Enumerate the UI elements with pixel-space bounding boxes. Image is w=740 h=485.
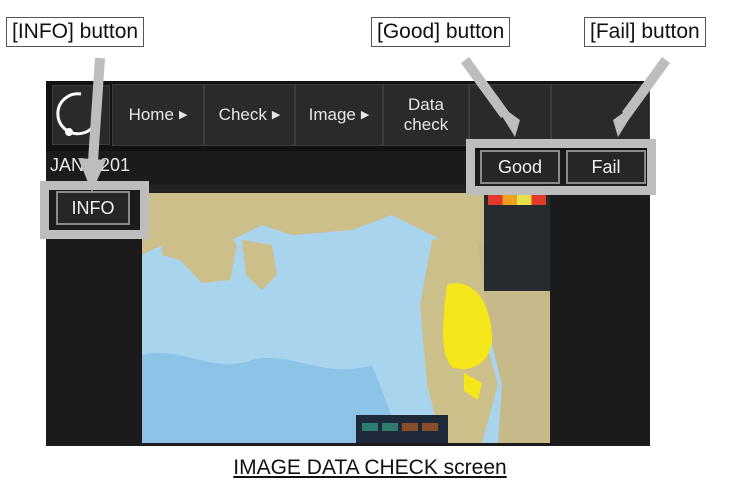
menu-home-button[interactable]: Home ▶ — [112, 84, 204, 146]
image-data-check-screen: Home ▶ Check ▶ Image ▶ Data check JAN-9201 … — [46, 81, 650, 446]
info-callout: [INFO] button — [6, 17, 145, 47]
logo-icon — [52, 85, 110, 145]
menu-data-check-label: Data check — [403, 95, 449, 134]
menu-image-label: Image — [308, 105, 356, 124]
menu-empty-button-2[interactable] — [551, 84, 650, 146]
good-fail-highlight-frame — [466, 139, 656, 195]
chevron-right-icon: ▶ — [271, 109, 281, 121]
identifier-label: JAN-9201 — [50, 155, 131, 175]
menu-check-button[interactable]: Check ▶ — [204, 84, 295, 146]
menu-empty-button-1[interactable] — [469, 84, 551, 146]
chevron-right-icon: ▶ — [178, 109, 188, 121]
menu-check-label: Check — [218, 105, 267, 124]
menu-home-label: Home — [128, 105, 174, 124]
good-callout: [Good] button — [371, 17, 511, 47]
menu-image-button[interactable]: Image ▶ — [295, 84, 383, 146]
info-highlight-frame — [40, 181, 149, 239]
screen-caption: IMAGE DATA CHECK screen — [233, 456, 507, 479]
menu-data-check-button[interactable]: Data check — [383, 84, 469, 146]
status-color-strip — [488, 195, 546, 205]
fail-callout: [Fail] button — [584, 17, 706, 47]
chevron-right-icon: ▶ — [360, 109, 370, 121]
map-info-panel — [484, 191, 550, 291]
